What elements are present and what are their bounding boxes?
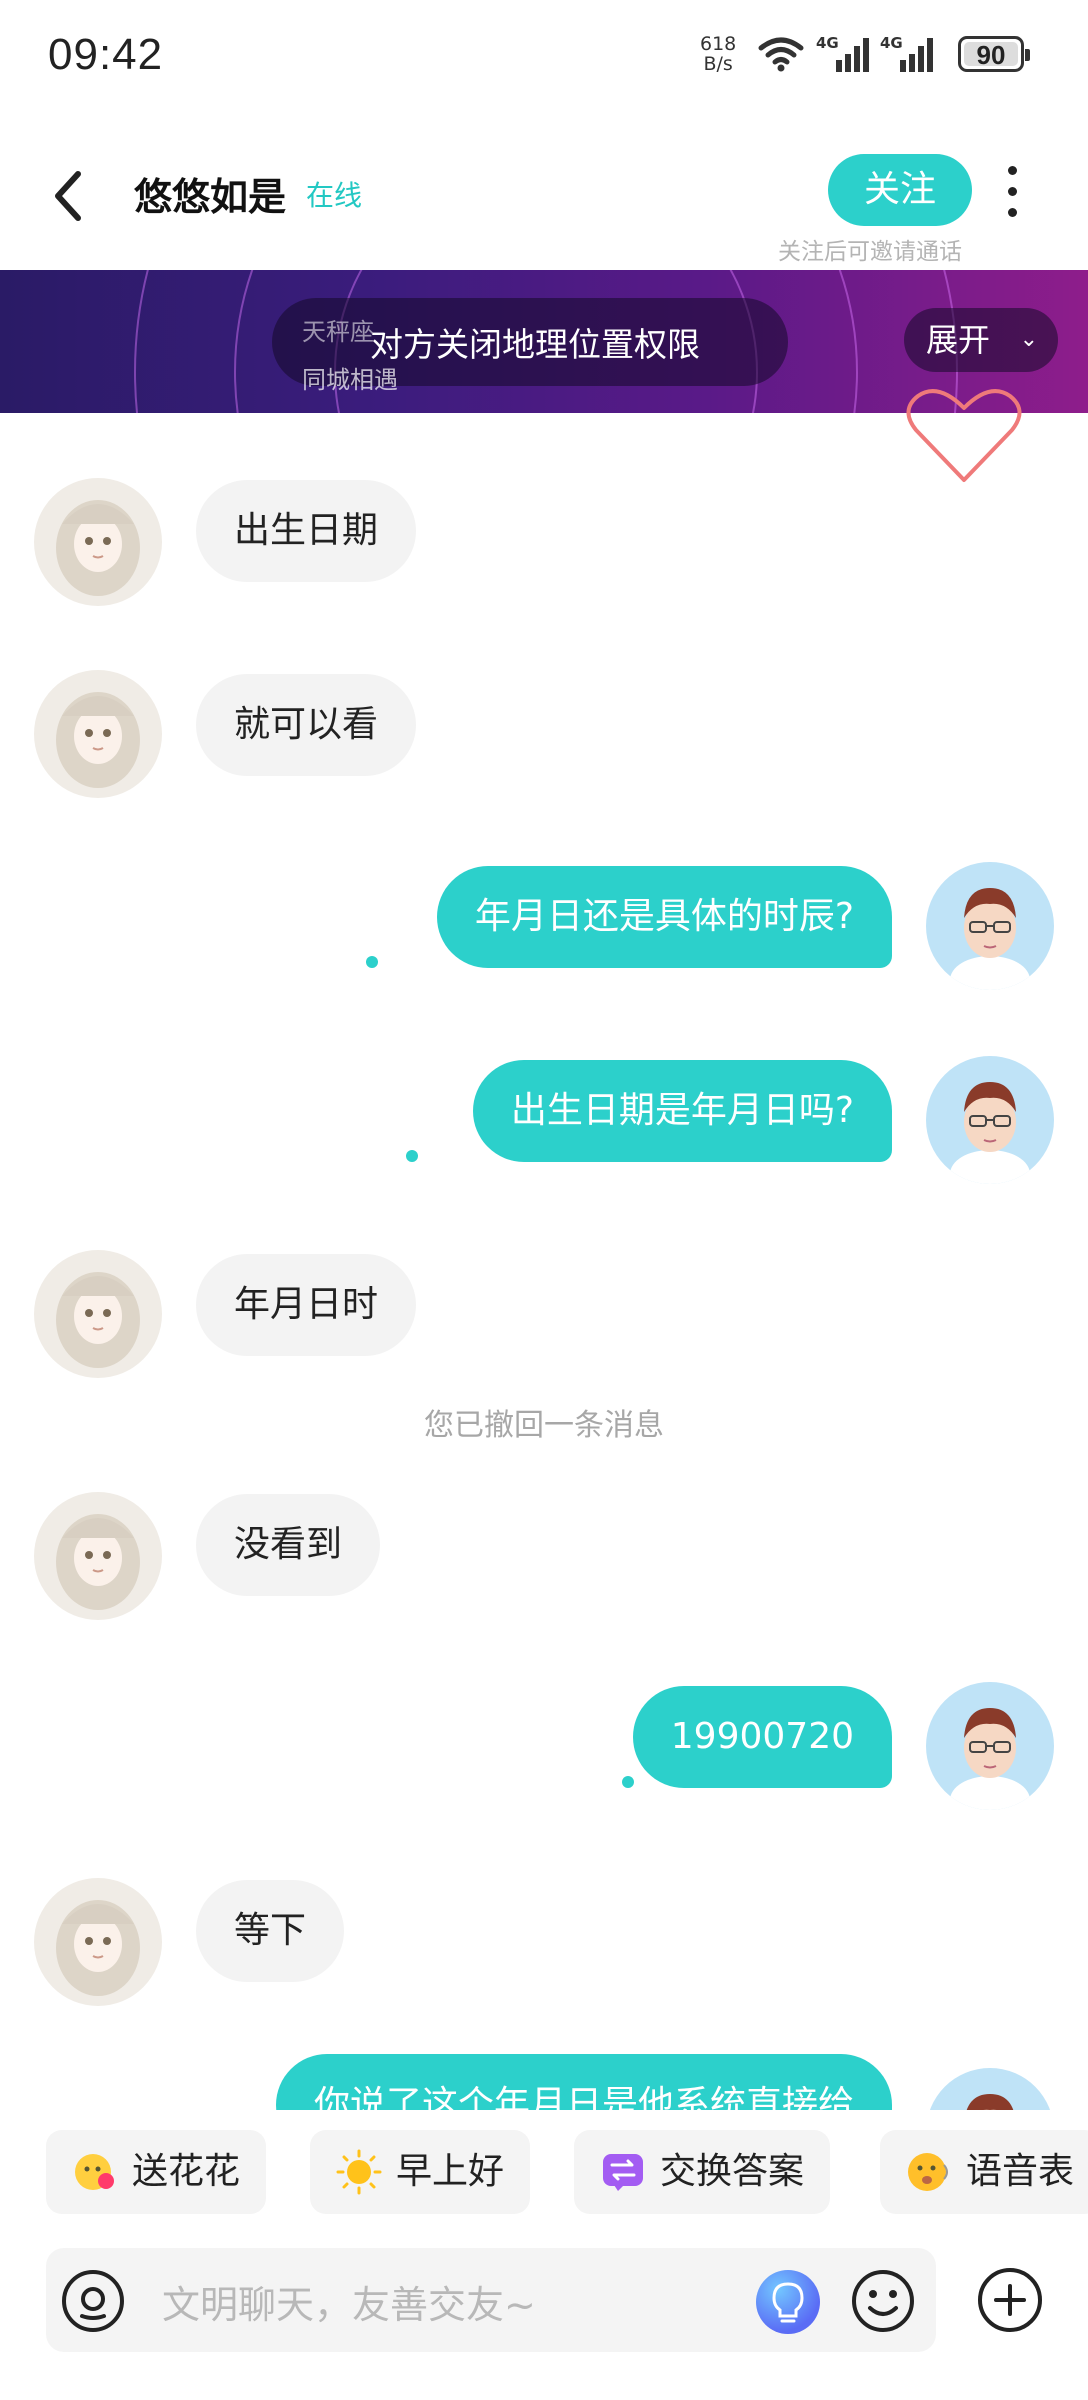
message-input-bar: 文明聊天，友善交友~ [46,2248,936,2352]
chevron-down-icon: ⌄ [1019,327,1038,352]
sun-icon [336,2149,382,2195]
at-mention-icon[interactable] [60,2268,126,2334]
more-options-icon[interactable] [1004,166,1020,226]
quick-reply-label: 送花花 [132,2151,241,2192]
message-bubble-outgoing[interactable]: 19900720 [632,1686,892,1788]
expand-label: 展开 [926,321,991,359]
contact-avatar[interactable] [34,1250,162,1378]
expand-button[interactable]: 展开 ⌄ [904,308,1058,372]
read-status-dot [366,956,378,968]
read-status-dot [622,1776,634,1788]
ai-assistant-icon[interactable] [756,2270,820,2334]
user-avatar[interactable] [926,1056,1054,1184]
quick-reply-good-morning[interactable]: 早上好 [310,2130,531,2214]
exchange-icon [603,2154,643,2191]
quick-reply-label: 语音表 [966,2151,1075,2192]
chat-header: 悠悠如是 在线 关注 关注后可邀请通话 [0,140,1088,270]
quick-reply-label: 交换答案 [660,2151,805,2192]
follow-button[interactable]: 关注 [828,154,972,226]
signal-4g-sim2-icon: 4G [880,34,933,72]
wifi-icon [758,37,804,72]
contact-avatar[interactable] [34,1878,162,2006]
message-bubble-incoming[interactable]: 等下 [196,1880,345,1982]
back-arrow-icon[interactable] [48,166,88,226]
location-notice: 对方关闭地理位置权限 [370,325,700,364]
message-bubble-incoming[interactable]: 就可以看 [196,674,417,776]
read-status-dot [406,1150,418,1162]
svg-text:4G: 4G [816,34,839,52]
status-bar: 09:42 618 B/s 4G 4G 90 [0,0,1088,110]
battery-level: 90 [976,40,1006,70]
emoji-icon[interactable] [850,2268,916,2334]
message-bubble-outgoing[interactable]: 年月日还是具体的时辰? [436,866,892,968]
quick-reply-send-flowers[interactable]: 送花花 [46,2130,267,2214]
network-speed-unit: B/s [703,53,733,75]
quick-reply-exchange-answers[interactable]: 交换答案 [574,2130,831,2214]
recall-notice: 您已撤回一条消息 [424,1408,664,1443]
contact-avatar[interactable] [34,1492,162,1620]
flower-face-icon [75,2154,114,2190]
zodiac-label: 天秤座 [302,318,374,346]
network-speed-value: 618 [700,33,737,55]
status-time: 09:42 [48,30,164,79]
contact-name: 悠悠如是 [134,175,287,219]
follow-hint: 关注后可邀请通话 [778,239,962,265]
add-more-icon[interactable] [976,2266,1044,2334]
battery-indicator: 90 [958,36,1030,72]
online-status: 在线 [306,179,363,212]
user-avatar[interactable] [926,862,1054,990]
contact-avatar[interactable] [34,478,162,606]
quick-reply-label: 早上好 [396,2151,505,2192]
message-bubble-incoming[interactable]: 出生日期 [196,480,417,582]
quick-reply-bar: 送花花 早上好 交换答案 语音表 [0,2110,1088,2228]
signal-4g-sim1-icon: 4G [816,34,869,72]
svg-text:4G: 4G [880,34,903,52]
message-bubble-incoming[interactable]: 没看到 [196,1494,381,1596]
network-speed: 618 B/s [700,34,736,74]
heart-icon[interactable] [904,384,1024,488]
quick-reply-voice-emoji[interactable]: 语音表 [880,2130,1088,2214]
message-bubble-incoming[interactable]: 年月日时 [196,1254,417,1356]
message-input[interactable]: 文明聊天，友善交友~ [162,2274,536,2329]
message-bubble-outgoing[interactable]: 出生日期是年月日吗? [472,1060,892,1162]
voice-emoji-icon [908,2153,948,2191]
contact-avatar[interactable] [34,670,162,798]
user-avatar[interactable] [926,1682,1054,1810]
